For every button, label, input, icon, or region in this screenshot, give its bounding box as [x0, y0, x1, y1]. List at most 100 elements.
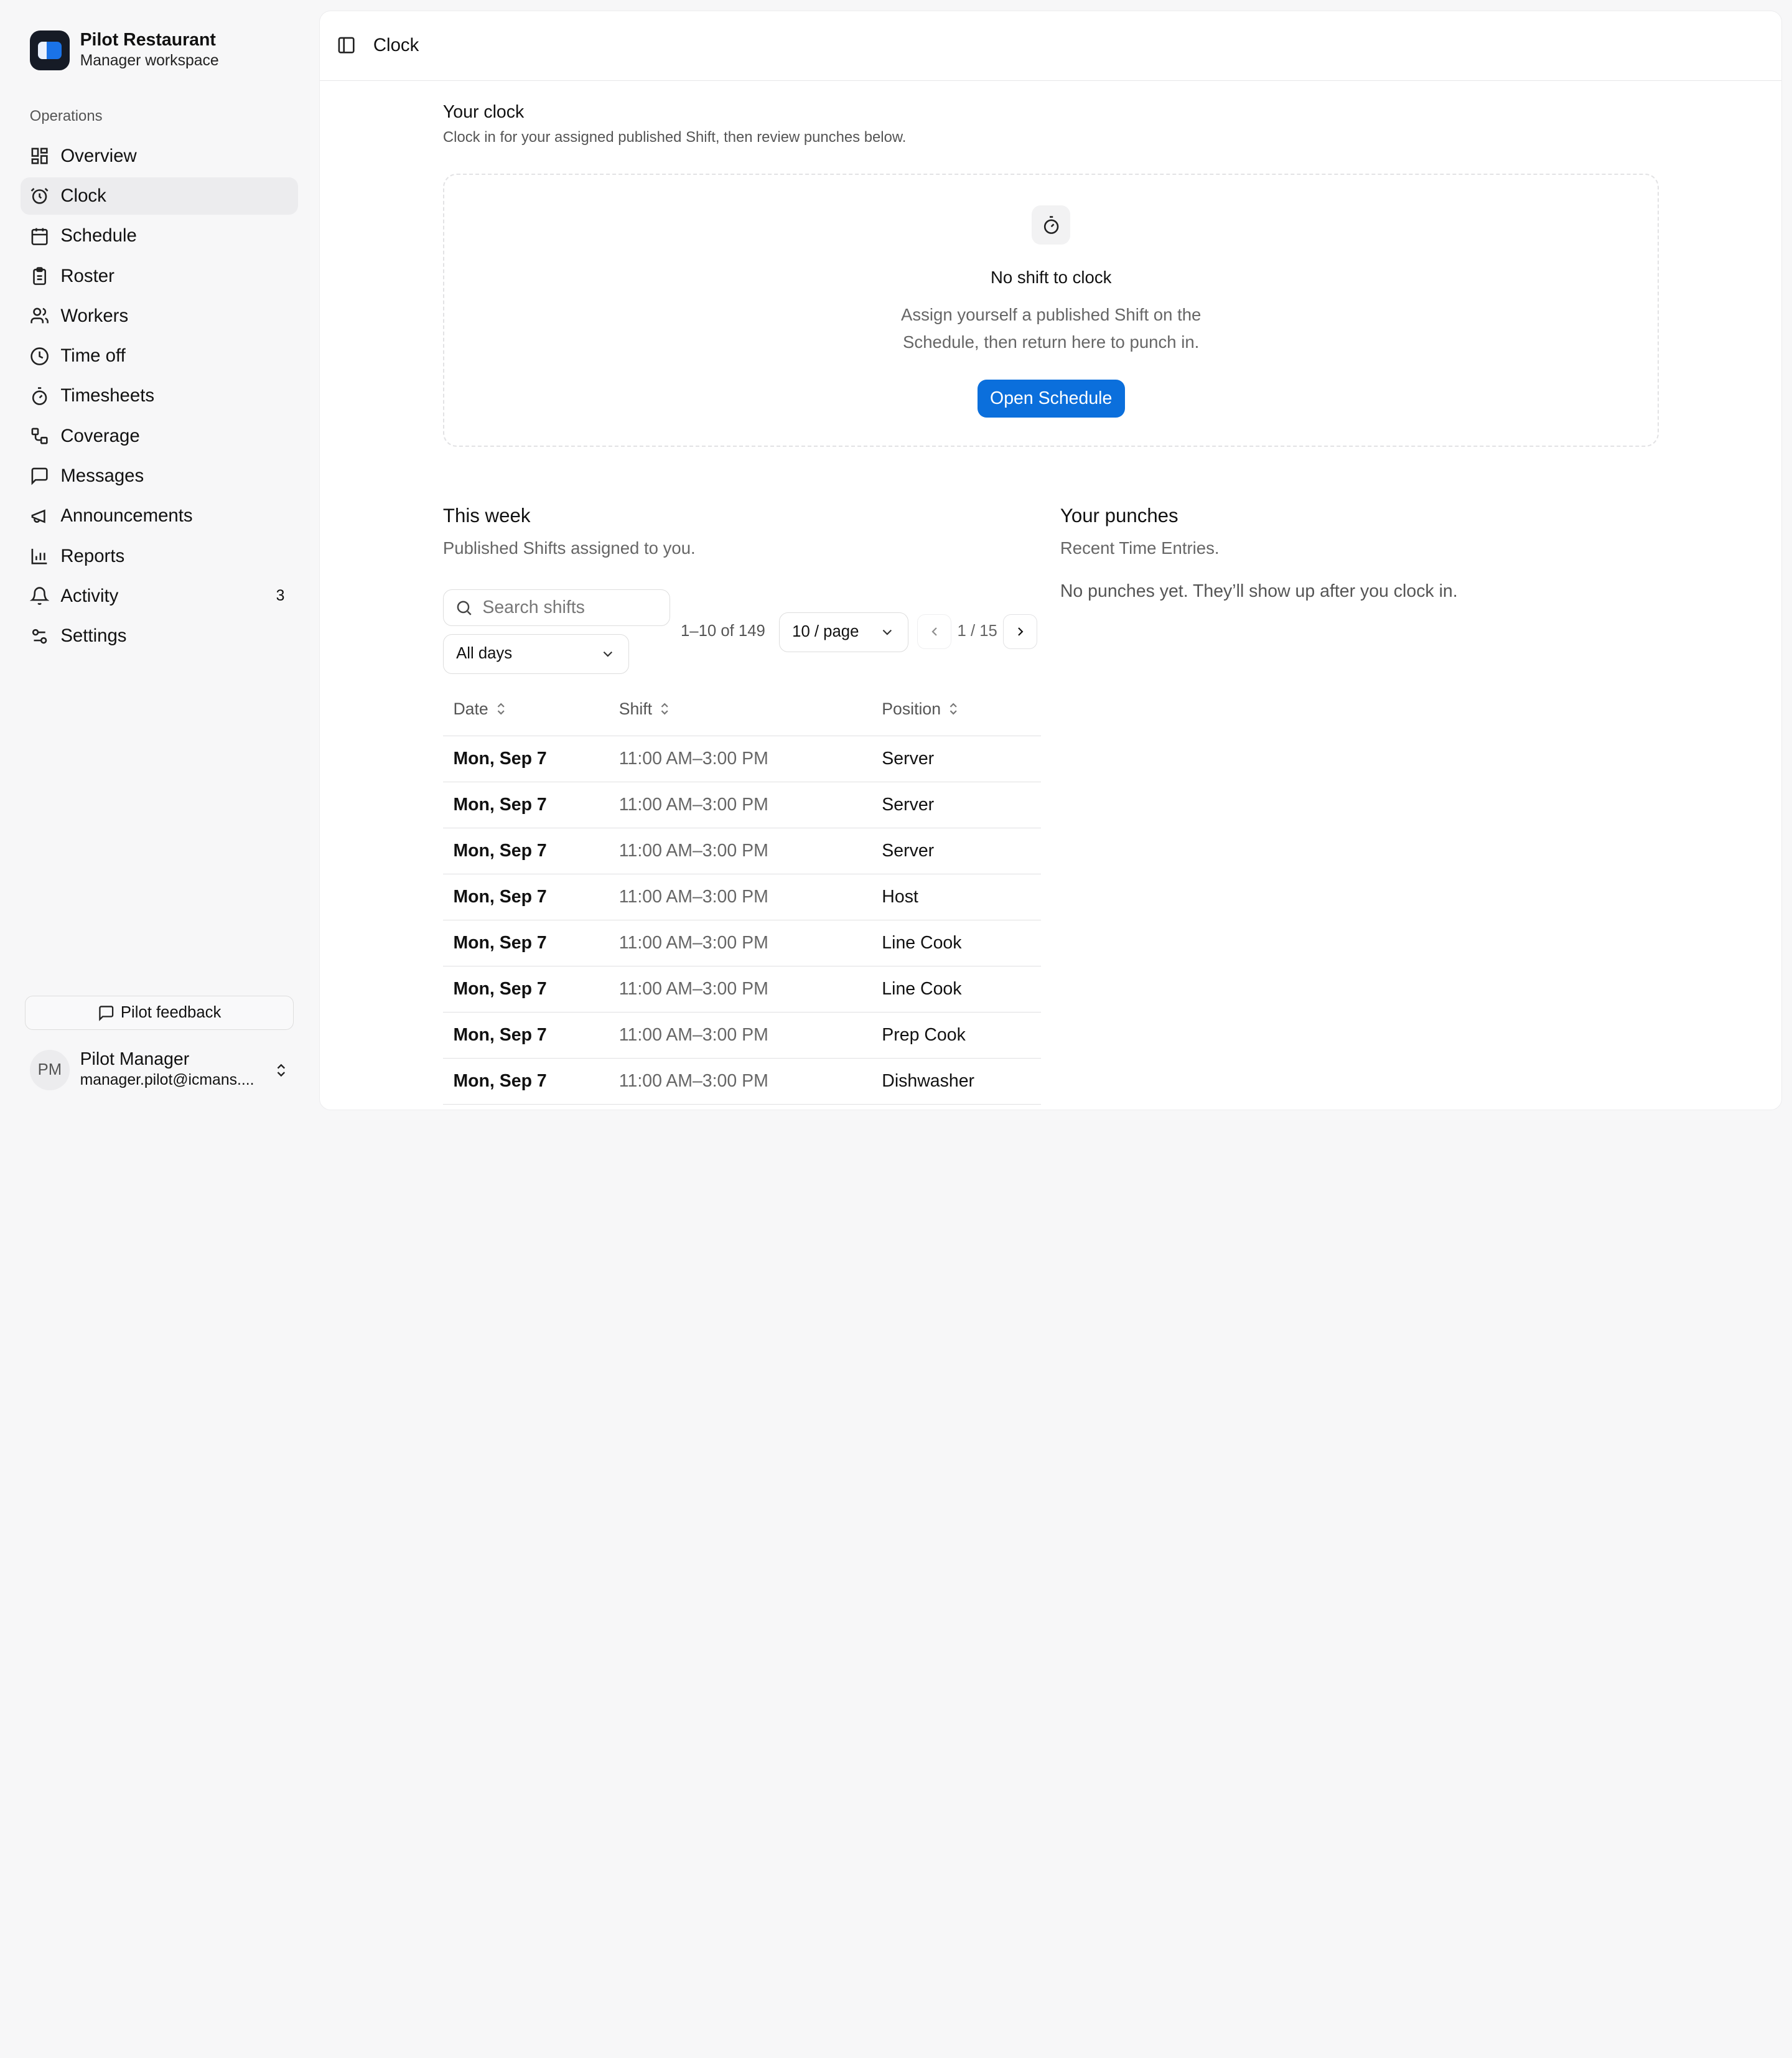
sidebar-item-label: Settings: [60, 625, 127, 647]
cell-date: Mon, Sep 7: [442, 828, 609, 874]
sidebar-item-time-off[interactable]: Time off: [21, 337, 298, 375]
table-row[interactable]: Mon, Sep 7 11:00 AM–3:00 PM Line Cook: [442, 920, 1041, 966]
cell-position: Line Cook: [871, 966, 1041, 1013]
sidebar-item-label: Workers: [60, 305, 129, 326]
sidebar-item-schedule[interactable]: Schedule: [21, 217, 298, 255]
pagination: 1 / 15: [917, 614, 1038, 649]
search-input[interactable]: [482, 597, 666, 618]
cell-date: Mon, Sep 7: [442, 736, 609, 782]
your-punches-subtitle: Recent Time Entries.: [1060, 538, 1220, 558]
cell-position: Dishwasher: [871, 1058, 1041, 1105]
column-header-position[interactable]: Position: [871, 683, 1041, 736]
column-header-label: Date: [453, 699, 488, 719]
chevron-right-icon: [1017, 627, 1024, 636]
table-row[interactable]: Mon, Sep 7 11:00 AM–3:00 PM Line Cook: [442, 966, 1041, 1013]
chevron-left-icon: [931, 627, 937, 636]
cell-position: Prep Cook: [871, 1012, 1041, 1059]
clock-icon: [30, 347, 49, 365]
sidebar-item-label: Reports: [60, 545, 125, 566]
sidebar-item-overview[interactable]: Overview: [21, 137, 298, 175]
column-header-label: Position: [882, 699, 941, 719]
table-row[interactable]: Mon, Sep 7 11:00 AM–3:00 PM Server: [442, 736, 1041, 782]
cell-shift: 11:00 AM–3:00 PM: [609, 828, 872, 874]
clipboard-icon: [32, 267, 46, 285]
cell-date: Mon, Sep 7: [442, 782, 609, 828]
this-week-section: This week Published Shifts assigned to y…: [442, 505, 1041, 1105]
clock-empty-state: No shift to clock Assign yourself a publ…: [442, 173, 1659, 447]
sidebar-item-workers[interactable]: Workers: [21, 297, 298, 335]
cell-shift: 11:00 AM–3:00 PM: [609, 1058, 872, 1105]
your-punches-section: Your punches Recent Time Entries. No pun…: [1060, 505, 1654, 602]
shifts-table: Date Shift Position Mon, Sep 7 11:00 AM–3…: [442, 683, 1041, 1105]
brand-logo: [29, 30, 70, 70]
brand-subtitle: Manager workspace: [80, 52, 219, 69]
previous-page-button[interactable]: [917, 614, 952, 649]
page-title: Clock: [373, 35, 419, 56]
page-content: Your clock Clock in for your assigned pu…: [442, 102, 1659, 1105]
workspace-switcher[interactable]: Pilot Restaurant Manager workspace: [29, 30, 219, 71]
sidebar-item-clock[interactable]: Clock: [21, 177, 299, 215]
sidebar-item-coverage[interactable]: Coverage: [21, 417, 298, 455]
activity-count-badge: 3: [276, 587, 285, 604]
sidebar-toggle-icon[interactable]: [337, 35, 356, 55]
cell-shift: 11:00 AM–3:00 PM: [609, 736, 872, 782]
chevron-down-icon: [882, 629, 892, 635]
cell-shift: 11:00 AM–3:00 PM: [609, 782, 872, 828]
stopwatch-icon: [32, 387, 47, 405]
nav-section-label: Operations: [29, 107, 103, 124]
table-row[interactable]: Mon, Sep 7 11:00 AM–3:00 PM Dishwasher: [442, 1058, 1041, 1105]
chevrons-up-down-icon: [277, 1064, 286, 1077]
cell-shift: 11:00 AM–3:00 PM: [609, 874, 872, 920]
next-page-button[interactable]: [1003, 614, 1038, 649]
day-filter-select[interactable]: All days: [442, 634, 630, 674]
your-punches-title: Your punches: [1060, 505, 1178, 527]
cell-shift: 11:00 AM–3:00 PM: [609, 920, 872, 966]
search-shifts-field[interactable]: [442, 589, 671, 626]
cell-position: Host: [871, 874, 1041, 920]
sidebar: Pilot Restaurant Manager workspace Opera…: [0, 0, 318, 1121]
route-icon: [31, 428, 48, 444]
page-header: Clock: [319, 11, 1781, 81]
sidebar-item-settings[interactable]: Settings: [21, 617, 298, 655]
cell-position: Server: [871, 782, 1041, 828]
sort-icon: [497, 703, 505, 715]
user-name: Pilot Manager: [80, 1049, 190, 1070]
bell-icon: [29, 587, 49, 606]
cell-position: Server: [871, 736, 1041, 782]
table-row[interactable]: Mon, Sep 7 11:00 AM–3:00 PM Host: [442, 874, 1041, 920]
sliders-icon: [32, 629, 47, 643]
message-icon: [31, 467, 48, 485]
column-header-shift[interactable]: Shift: [609, 683, 872, 736]
per-page-value: 10 / page: [792, 623, 859, 641]
sidebar-item-announcements[interactable]: Announcements: [21, 497, 298, 535]
table-row[interactable]: Mon, Sep 7 11:00 AM–3:00 PM Prep Cook: [442, 1012, 1041, 1059]
open-schedule-button[interactable]: Open Schedule: [977, 380, 1125, 418]
cell-date: Mon, Sep 7: [442, 1058, 609, 1105]
main-panel: Clock Your clock Clock in for your assig…: [319, 10, 1782, 1110]
table-row[interactable]: Mon, Sep 7 11:00 AM–3:00 PM Server: [442, 782, 1041, 828]
sidebar-item-label: Clock: [60, 185, 106, 207]
sidebar-item-activity[interactable]: Activity 3: [21, 578, 298, 615]
per-page-select[interactable]: 10 / page: [778, 612, 908, 653]
pilot-feedback-button[interactable]: Pilot feedback: [25, 996, 294, 1031]
day-filter-value: All days: [456, 645, 513, 663]
sidebar-item-label: Announcements: [60, 505, 193, 526]
sidebar-item-label: Timesheets: [60, 385, 155, 406]
cell-date: Mon, Sep 7: [442, 1012, 609, 1059]
sidebar-item-reports[interactable]: Reports: [21, 537, 298, 575]
bar-chart-icon: [31, 548, 47, 564]
cell-date: Mon, Sep 7: [442, 920, 609, 966]
column-header-date[interactable]: Date: [442, 683, 609, 736]
user-menu[interactable]: PM Pilot Manager manager.pilot@icmans...…: [29, 1049, 295, 1090]
sidebar-item-label: Activity: [60, 585, 119, 606]
table-row[interactable]: Mon, Sep 7 11:00 AM–3:00 PM Server: [442, 828, 1041, 874]
empty-state-title: No shift to clock: [990, 267, 1112, 287]
clock-section-subtitle: Clock in for your assigned published Shi…: [442, 128, 907, 146]
dashboard-icon: [31, 147, 48, 164]
sidebar-item-timesheets[interactable]: Timesheets: [21, 377, 298, 415]
sidebar-item-roster[interactable]: Roster: [21, 257, 298, 295]
table-header-row: Date Shift Position: [442, 683, 1041, 736]
sidebar-item-label: Messages: [60, 465, 144, 486]
cell-date: Mon, Sep 7: [442, 966, 609, 1013]
sidebar-item-messages[interactable]: Messages: [21, 457, 298, 495]
